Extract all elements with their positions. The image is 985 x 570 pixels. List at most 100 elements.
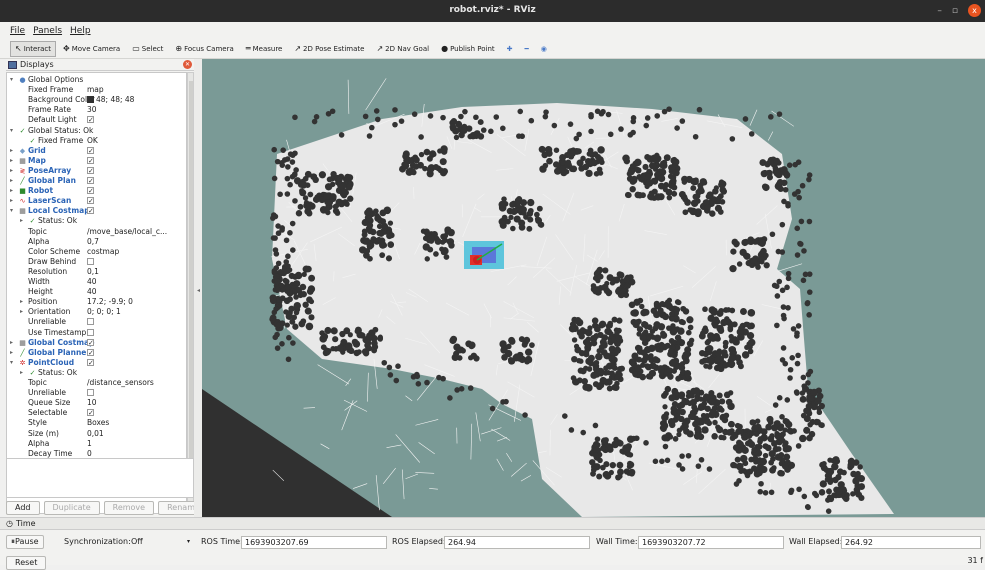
remove-tool-icon[interactable]: ━ bbox=[520, 41, 534, 57]
tree-row[interactable]: ▾●Global Options bbox=[7, 75, 187, 85]
remove-button[interactable]: Remove bbox=[104, 501, 154, 515]
sync-select[interactable]: Off▾ bbox=[128, 536, 192, 549]
tree-row[interactable]: Alpha0,7 bbox=[7, 237, 187, 247]
wall-time-field[interactable]: 1693903207.72 bbox=[638, 536, 784, 549]
expand-arrow-icon[interactable]: ▸ bbox=[10, 146, 13, 156]
enable-checkbox[interactable] bbox=[87, 349, 94, 356]
enable-checkbox[interactable] bbox=[87, 339, 94, 346]
enable-checkbox[interactable] bbox=[87, 359, 94, 366]
panel-close-icon[interactable]: ✕ bbox=[183, 60, 192, 69]
tree-row[interactable]: Unreliable bbox=[7, 388, 187, 398]
property-value[interactable]: OK bbox=[87, 136, 187, 146]
enable-checkbox[interactable] bbox=[87, 207, 94, 214]
collapse-arrow-icon[interactable]: ▾ bbox=[10, 126, 13, 136]
tree-row[interactable]: ▸◆Grid bbox=[7, 146, 187, 156]
expand-arrow-icon[interactable]: ▸ bbox=[10, 338, 13, 348]
tool-focus-camera[interactable]: ⊕Focus Camera bbox=[170, 41, 238, 57]
collapse-arrow-icon[interactable]: ▾ bbox=[10, 206, 13, 216]
collapse-arrow-icon[interactable]: ▾ bbox=[10, 358, 13, 368]
expand-arrow-icon[interactable]: ▸ bbox=[10, 166, 13, 176]
tree-row[interactable]: ▸╱Global Planner bbox=[7, 348, 187, 358]
property-value[interactable] bbox=[87, 166, 187, 176]
property-value[interactable]: /move_base/local_c... bbox=[87, 227, 187, 237]
property-value[interactable]: 40 bbox=[87, 277, 187, 287]
property-value[interactable]: map bbox=[87, 85, 187, 95]
tree-row[interactable]: ▸✓Status: Ok bbox=[7, 368, 187, 378]
ros-time-field[interactable]: 1693903207.69 bbox=[241, 536, 387, 549]
expand-arrow-icon[interactable]: ▸ bbox=[10, 176, 13, 186]
tree-row[interactable]: ▸Orientation0; 0; 0; 1 bbox=[7, 307, 187, 317]
tree-row[interactable]: Selectable bbox=[7, 408, 187, 418]
property-value[interactable] bbox=[87, 196, 187, 206]
tree-row[interactable]: ▸■Robot bbox=[7, 186, 187, 196]
property-value[interactable] bbox=[87, 358, 187, 368]
add-tool-icon[interactable]: ✚ bbox=[502, 41, 518, 57]
tool-2d-nav-goal[interactable]: ↗2D Nav Goal bbox=[371, 41, 434, 57]
map-render[interactable] bbox=[202, 59, 985, 517]
tree-row[interactable]: ▸Position17.2; -9.9; 0 bbox=[7, 297, 187, 307]
expand-arrow-icon[interactable]: ▸ bbox=[20, 297, 23, 307]
close-button[interactable]: x bbox=[968, 4, 981, 17]
property-value[interactable]: 40 bbox=[87, 287, 187, 297]
tree-row[interactable]: StyleBoxes bbox=[7, 418, 187, 428]
tree-row[interactable]: Size (m)0,01 bbox=[7, 429, 187, 439]
tree-row[interactable]: Topic/move_base/local_c... bbox=[7, 227, 187, 237]
color-swatch[interactable] bbox=[87, 96, 94, 103]
menu-panels[interactable]: Panels bbox=[33, 26, 62, 36]
tool-interact[interactable]: ↖Interact bbox=[10, 41, 56, 57]
tree-row[interactable]: ▸╱Global Plan bbox=[7, 176, 187, 186]
property-value[interactable]: 48; 48; 48 bbox=[87, 95, 187, 105]
enable-checkbox[interactable] bbox=[87, 318, 94, 325]
tree-row[interactable]: Draw Behind bbox=[7, 257, 187, 267]
property-value[interactable]: 17.2; -9.9; 0 bbox=[87, 297, 187, 307]
displays-scrollbar[interactable] bbox=[187, 72, 194, 514]
tree-row[interactable]: Height40 bbox=[7, 287, 187, 297]
tree-row[interactable]: ▸≷PoseArray bbox=[7, 166, 187, 176]
property-value[interactable] bbox=[87, 338, 187, 348]
property-value[interactable]: 0,7 bbox=[87, 237, 187, 247]
tree-row[interactable]: Frame Rate30 bbox=[7, 105, 187, 115]
tree-row[interactable]: Queue Size10 bbox=[7, 398, 187, 408]
property-value[interactable] bbox=[87, 317, 187, 327]
enable-checkbox[interactable] bbox=[87, 258, 94, 265]
property-value[interactable] bbox=[87, 176, 187, 186]
property-value[interactable] bbox=[87, 388, 187, 398]
scrollbar-thumb[interactable] bbox=[189, 81, 193, 461]
property-value[interactable]: 0; 0; 0; 1 bbox=[87, 307, 187, 317]
tree-row[interactable]: Fixed Framemap bbox=[7, 85, 187, 95]
wall-elapsed-field[interactable]: 264.92 bbox=[841, 536, 981, 549]
property-value[interactable]: 30 bbox=[87, 105, 187, 115]
enable-checkbox[interactable] bbox=[87, 167, 94, 174]
property-value[interactable] bbox=[87, 186, 187, 196]
tree-row[interactable]: ▸▦Map bbox=[7, 156, 187, 166]
displays-tree[interactable]: ▾●Global OptionsFixed FramemapBackground… bbox=[6, 72, 187, 514]
enable-checkbox[interactable] bbox=[87, 116, 94, 123]
property-value[interactable] bbox=[87, 257, 187, 267]
enable-checkbox[interactable] bbox=[87, 197, 94, 204]
property-value[interactable]: 1 bbox=[87, 439, 187, 449]
enable-checkbox[interactable] bbox=[87, 177, 94, 184]
property-value[interactable]: 0,1 bbox=[87, 267, 187, 277]
property-value[interactable] bbox=[87, 206, 187, 216]
expand-arrow-icon[interactable]: ▸ bbox=[20, 216, 23, 226]
pause-button[interactable]: ⏸Pause bbox=[6, 535, 44, 549]
expand-arrow-icon[interactable]: ▸ bbox=[20, 307, 23, 317]
duplicate-button[interactable]: Duplicate bbox=[44, 501, 100, 515]
property-value[interactable]: 0,01 bbox=[87, 429, 187, 439]
tree-row[interactable]: Resolution0,1 bbox=[7, 267, 187, 277]
tree-row[interactable]: ▸▦Global Costmap bbox=[7, 338, 187, 348]
property-value[interactable] bbox=[87, 408, 187, 418]
enable-checkbox[interactable] bbox=[87, 147, 94, 154]
property-value[interactable] bbox=[87, 348, 187, 358]
tree-row[interactable]: Background Color48; 48; 48 bbox=[7, 95, 187, 105]
property-value[interactable]: 10 bbox=[87, 398, 187, 408]
property-value[interactable]: /distance_sensors bbox=[87, 378, 187, 388]
menu-help[interactable]: Help bbox=[70, 26, 91, 36]
tree-row[interactable]: ✓Fixed FrameOK bbox=[7, 136, 187, 146]
tool-2d-pose-estimate[interactable]: ↗2D Pose Estimate bbox=[289, 41, 369, 57]
render-view[interactable] bbox=[202, 59, 985, 517]
expand-arrow-icon[interactable]: ▸ bbox=[20, 368, 23, 378]
expand-arrow-icon[interactable]: ▸ bbox=[10, 348, 13, 358]
tree-row[interactable]: Topic/distance_sensors bbox=[7, 378, 187, 388]
tool-measure[interactable]: ═Measure bbox=[241, 41, 288, 57]
